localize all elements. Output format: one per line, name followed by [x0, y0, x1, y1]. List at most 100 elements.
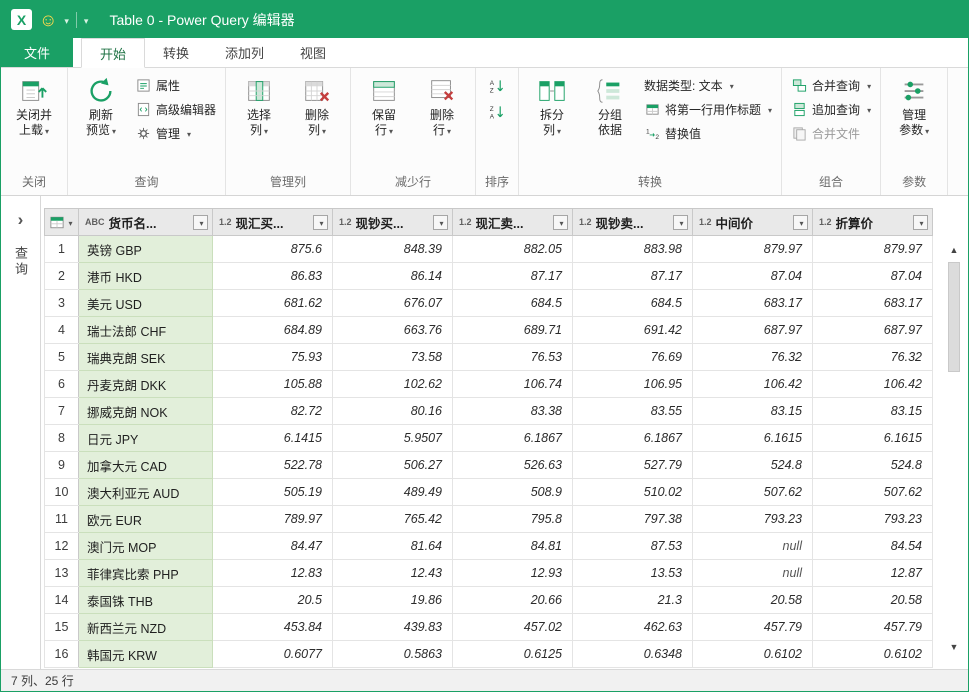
row-number[interactable]: 7: [45, 398, 79, 425]
value-cell[interactable]: 6.1867: [573, 425, 693, 452]
excel-logo-icon[interactable]: [11, 9, 32, 30]
split-column-button[interactable]: 拆分 列: [524, 72, 580, 139]
currency-cell[interactable]: 日元 JPY: [79, 425, 213, 452]
row-number[interactable]: 11: [45, 506, 79, 533]
manage-parameters-button[interactable]: 管理 参数: [886, 72, 942, 139]
expand-queries-pane-button[interactable]: ›: [18, 210, 24, 230]
value-cell[interactable]: 0.6102: [693, 641, 813, 668]
value-cell[interactable]: 507.62: [813, 479, 933, 506]
value-cell[interactable]: 83.55: [573, 398, 693, 425]
value-cell[interactable]: 6.1415: [213, 425, 333, 452]
value-cell[interactable]: 83.15: [813, 398, 933, 425]
filter-button[interactable]: [193, 215, 208, 230]
row-number[interactable]: 8: [45, 425, 79, 452]
value-cell[interactable]: 691.42: [573, 317, 693, 344]
sort-ascending-button[interactable]: AZ: [485, 76, 509, 96]
value-cell[interactable]: null: [693, 560, 813, 587]
currency-cell[interactable]: 澳大利亚元 AUD: [79, 479, 213, 506]
currency-cell[interactable]: 菲律宾比索 PHP: [79, 560, 213, 587]
currency-cell[interactable]: 瑞典克朗 SEK: [79, 344, 213, 371]
value-cell[interactable]: 489.49: [333, 479, 453, 506]
filter-button[interactable]: [913, 215, 928, 230]
value-cell[interactable]: 676.07: [333, 290, 453, 317]
value-cell[interactable]: 76.69: [573, 344, 693, 371]
row-number[interactable]: 3: [45, 290, 79, 317]
filter-button[interactable]: [673, 215, 688, 230]
tab-view[interactable]: 视图: [282, 38, 344, 67]
sort-descending-button[interactable]: ZA: [485, 102, 509, 122]
value-cell[interactable]: 12.93: [453, 560, 573, 587]
value-cell[interactable]: 510.02: [573, 479, 693, 506]
combine-files-button[interactable]: 合并文件: [787, 123, 875, 143]
manage-button[interactable]: 管理: [131, 123, 220, 143]
value-cell[interactable]: 0.5863: [333, 641, 453, 668]
advanced-editor-button[interactable]: 高级编辑器: [131, 99, 220, 119]
value-cell[interactable]: 6.1867: [453, 425, 573, 452]
value-cell[interactable]: 687.97: [813, 317, 933, 344]
value-cell[interactable]: 883.98: [573, 236, 693, 263]
value-cell[interactable]: 789.97: [213, 506, 333, 533]
value-cell[interactable]: 0.6102: [813, 641, 933, 668]
scroll-up-arrow[interactable]: ▲: [950, 242, 959, 258]
row-number[interactable]: 6: [45, 371, 79, 398]
row-number[interactable]: 14: [45, 587, 79, 614]
row-number[interactable]: 4: [45, 317, 79, 344]
value-cell[interactable]: 86.83: [213, 263, 333, 290]
scrollbar-thumb[interactable]: [948, 262, 960, 372]
value-cell[interactable]: 795.8: [453, 506, 573, 533]
value-cell[interactable]: 879.97: [693, 236, 813, 263]
value-cell[interactable]: 508.9: [453, 479, 573, 506]
value-cell[interactable]: 20.58: [693, 587, 813, 614]
row-number[interactable]: 1: [45, 236, 79, 263]
value-cell[interactable]: 21.3: [573, 587, 693, 614]
tab-transform[interactable]: 转换: [145, 38, 207, 67]
value-cell[interactable]: 12.43: [333, 560, 453, 587]
close-and-load-button[interactable]: 关闭并 上载: [6, 72, 62, 139]
value-cell[interactable]: 684.5: [573, 290, 693, 317]
select-all-corner[interactable]: [45, 209, 79, 236]
value-cell[interactable]: 87.04: [693, 263, 813, 290]
value-cell[interactable]: 86.14: [333, 263, 453, 290]
currency-cell[interactable]: 韩国元 KRW: [79, 641, 213, 668]
value-cell[interactable]: 20.5: [213, 587, 333, 614]
value-cell[interactable]: 439.83: [333, 614, 453, 641]
currency-cell[interactable]: 泰国铢 THB: [79, 587, 213, 614]
value-cell[interactable]: 0.6348: [573, 641, 693, 668]
column-header[interactable]: 1.2 中间价: [693, 209, 813, 236]
filter-button[interactable]: [793, 215, 808, 230]
value-cell[interactable]: 81.64: [333, 533, 453, 560]
refresh-preview-button[interactable]: 刷新 预览: [73, 72, 129, 139]
value-cell[interactable]: 793.23: [693, 506, 813, 533]
row-number[interactable]: 15: [45, 614, 79, 641]
column-header[interactable]: 1.2 现钞买...: [333, 209, 453, 236]
tab-home[interactable]: 开始: [81, 38, 145, 68]
merge-queries-button[interactable]: 合并查询: [787, 75, 875, 95]
value-cell[interactable]: 105.88: [213, 371, 333, 398]
value-cell[interactable]: 80.16: [333, 398, 453, 425]
currency-cell[interactable]: 澳门元 MOP: [79, 533, 213, 560]
row-number[interactable]: 16: [45, 641, 79, 668]
remove-columns-button[interactable]: 删除 列: [289, 72, 345, 139]
value-cell[interactable]: 506.27: [333, 452, 453, 479]
value-cell[interactable]: 76.53: [453, 344, 573, 371]
value-cell[interactable]: 73.58: [333, 344, 453, 371]
filter-button[interactable]: [553, 215, 568, 230]
filter-button[interactable]: [433, 215, 448, 230]
value-cell[interactable]: 875.6: [213, 236, 333, 263]
keep-rows-button[interactable]: 保留 行: [356, 72, 412, 139]
column-header[interactable]: 1.2 折算价: [813, 209, 933, 236]
value-cell[interactable]: 848.39: [333, 236, 453, 263]
chevron-down-icon[interactable]: [64, 13, 69, 27]
properties-button[interactable]: 属性: [131, 75, 220, 95]
currency-cell[interactable]: 美元 USD: [79, 290, 213, 317]
chevron-down-icon[interactable]: [84, 13, 89, 27]
value-cell[interactable]: 793.23: [813, 506, 933, 533]
currency-cell[interactable]: 新西兰元 NZD: [79, 614, 213, 641]
smiley-icon[interactable]: ☺: [39, 11, 57, 29]
scrollbar-track[interactable]: [948, 258, 960, 639]
value-cell[interactable]: 84.54: [813, 533, 933, 560]
value-cell[interactable]: 6.1615: [693, 425, 813, 452]
vertical-scrollbar[interactable]: ▲ ▼: [946, 242, 962, 655]
group-by-button[interactable]: 分组 依据: [582, 72, 638, 138]
value-cell[interactable]: 681.62: [213, 290, 333, 317]
